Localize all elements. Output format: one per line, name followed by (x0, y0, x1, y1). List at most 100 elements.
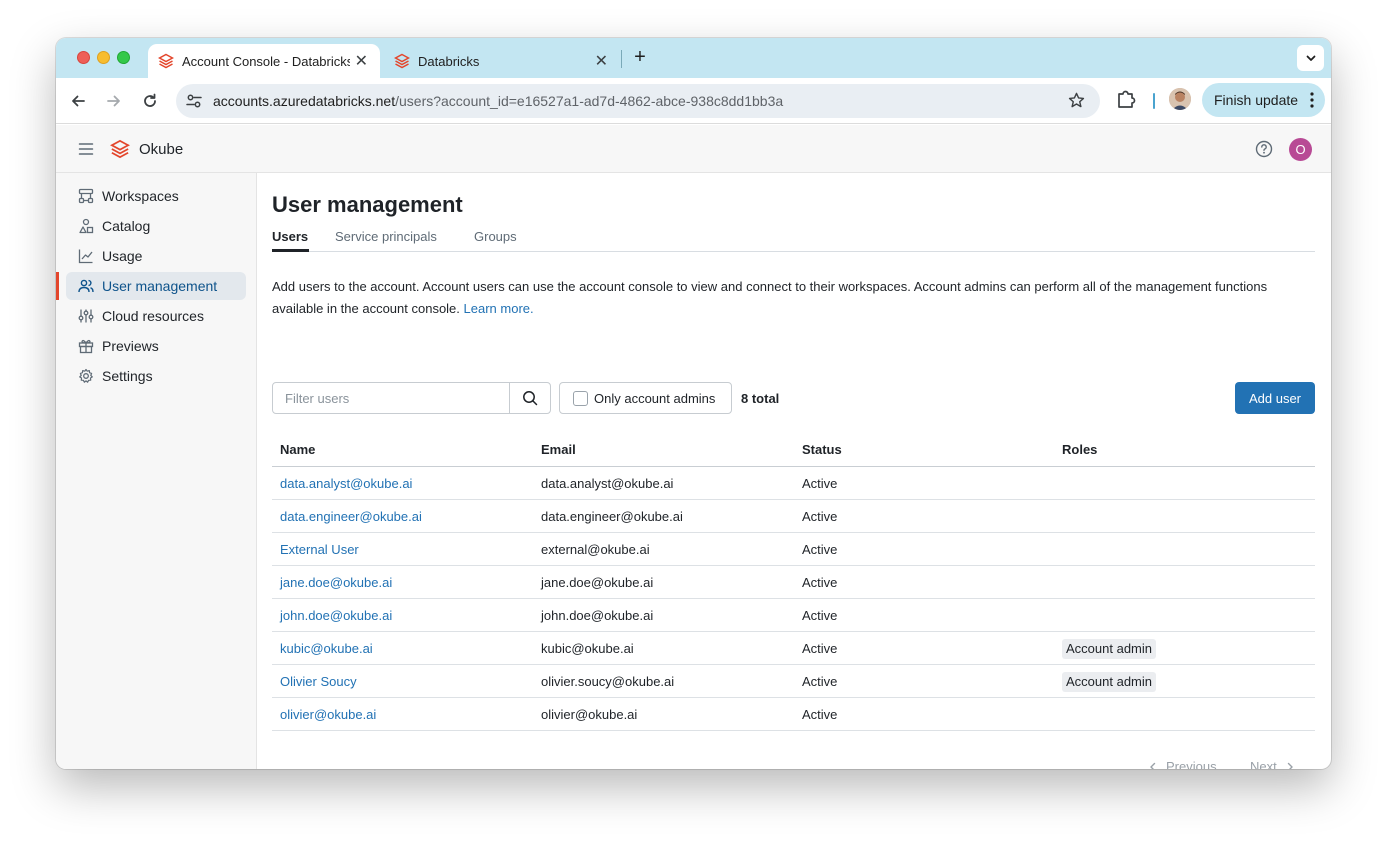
table-row[interactable]: External User external@okube.ai Active (272, 533, 1315, 566)
sidebar-item-workspaces[interactable]: Workspaces (66, 182, 246, 210)
filter-users-input[interactable] (272, 382, 510, 414)
url-host: accounts.azuredatabricks.net (213, 93, 396, 109)
user-status: Active (802, 674, 838, 689)
only-account-admins-checkbox[interactable]: Only account admins (559, 382, 732, 414)
user-avatar[interactable]: O (1289, 138, 1312, 161)
checkbox-label: Only account admins (594, 390, 716, 406)
table-row[interactable]: data.engineer@okube.ai data.engineer@oku… (272, 500, 1315, 533)
gift-icon (78, 339, 94, 354)
column-header-roles[interactable]: Roles (1062, 442, 1097, 457)
browser-tab-databricks[interactable]: Databricks ✕ (384, 44, 620, 78)
databricks-logo-icon (110, 139, 130, 159)
workspaces-icon (78, 188, 94, 204)
previous-page-button[interactable]: Previous (1148, 759, 1217, 769)
user-name-link[interactable]: Olivier Soucy (280, 674, 357, 689)
chevron-down-icon (1306, 55, 1315, 61)
tab-search-button[interactable] (1297, 45, 1324, 71)
sidebar-item-usage[interactable]: Usage (66, 242, 246, 270)
table-row[interactable]: kubic@okube.ai kubic@okube.ai Active Acc… (272, 632, 1315, 665)
sidebar-item-label: Catalog (102, 218, 151, 234)
sidebar-item-label: Cloud resources (102, 308, 204, 324)
table-row[interactable]: Olivier Soucy olivier.soucy@okube.ai Act… (272, 665, 1315, 698)
extensions-puzzle-icon[interactable] (1115, 88, 1137, 110)
user-email: data.engineer@okube.ai (541, 509, 683, 524)
new-tab-button[interactable]: + (628, 46, 652, 70)
column-header-email[interactable]: Email (541, 442, 576, 457)
finish-update-label: Finish update (1214, 92, 1299, 108)
selected-indicator (56, 272, 59, 300)
user-email: kubic@okube.ai (541, 641, 634, 656)
chevron-left-icon (1150, 762, 1156, 769)
arrow-right-icon (107, 95, 120, 107)
address-bar[interactable]: accounts.azuredatabricks.net/users?accou… (176, 84, 1100, 118)
finish-update-button[interactable]: Finish update (1202, 83, 1325, 117)
browser-tab-account-console[interactable]: Account Console - Databricks ✕ (148, 44, 380, 78)
search-button[interactable] (509, 382, 551, 414)
tab-service-principals[interactable]: Service principals (335, 229, 437, 244)
profile-avatar[interactable] (1169, 88, 1191, 110)
browser-window: Account Console - Databricks ✕ Databrick… (56, 38, 1331, 769)
tab-users[interactable]: Users (272, 229, 308, 244)
user-name-link[interactable]: jane.doe@okube.ai (280, 575, 392, 590)
zoom-window-button[interactable] (117, 51, 130, 64)
sidebar-item-previews[interactable]: Previews (66, 332, 246, 360)
bookmark-star-icon[interactable] (1067, 91, 1086, 110)
user-email: external@okube.ai (541, 542, 650, 557)
user-status: Active (802, 509, 838, 524)
site-settings-icon[interactable] (185, 92, 203, 110)
user-name-link[interactable]: External User (280, 542, 359, 557)
role-badge: Account admin (1062, 672, 1156, 692)
sidebar-item-label: User management (102, 278, 218, 294)
users-icon (78, 279, 94, 293)
reload-button[interactable] (138, 89, 162, 113)
checkbox[interactable] (573, 390, 588, 406)
user-name-link[interactable]: data.engineer@okube.ai (280, 509, 422, 524)
sidebar-item-user-management[interactable]: User management (66, 272, 246, 300)
tab-groups[interactable]: Groups (474, 229, 517, 244)
next-page-button[interactable]: Next (1250, 759, 1295, 769)
table-row[interactable]: olivier@okube.ai olivier@okube.ai Active (272, 698, 1315, 731)
table-row[interactable]: john.doe@okube.ai john.doe@okube.ai Acti… (272, 599, 1315, 632)
user-status: Active (802, 542, 838, 557)
page-tabs: Users Service principals Groups (272, 227, 1315, 252)
sidebar-item-label: Workspaces (102, 188, 179, 204)
databricks-logo-icon (158, 53, 174, 69)
column-header-name[interactable]: Name (280, 442, 315, 457)
gear-icon (79, 368, 93, 383)
sidebar-item-settings[interactable]: Settings (66, 362, 246, 390)
user-status: Active (802, 575, 838, 590)
minimize-window-button[interactable] (97, 51, 110, 64)
total-count: 8 total (741, 391, 780, 406)
sidebar-item-cloud-resources[interactable]: Cloud resources (66, 302, 246, 330)
forward-button[interactable] (102, 89, 126, 113)
tab-separator (621, 50, 622, 68)
close-tab-icon[interactable]: ✕ (355, 51, 368, 71)
user-status: Active (802, 608, 838, 623)
help-icon[interactable] (1255, 140, 1273, 158)
user-status: Active (802, 641, 838, 656)
user-name-link[interactable]: data.analyst@okube.ai (280, 476, 412, 491)
page-title: User management (272, 192, 463, 217)
back-button[interactable] (66, 89, 90, 113)
close-tab-icon[interactable]: ✕ (595, 51, 608, 71)
tab-title: Account Console - Databricks (182, 53, 350, 69)
learn-more-link[interactable]: Learn more. (464, 301, 534, 316)
menu-icon[interactable] (78, 141, 94, 157)
reload-icon (144, 93, 156, 107)
table-row[interactable]: jane.doe@okube.ai jane.doe@okube.ai Acti… (272, 566, 1315, 599)
sidebar-item-catalog[interactable]: Catalog (66, 212, 246, 240)
next-label: Next (1250, 759, 1277, 769)
table-row[interactable]: data.analyst@okube.ai data.analyst@okube… (272, 467, 1315, 500)
add-user-button[interactable]: Add user (1235, 382, 1315, 414)
user-name-link[interactable]: olivier@okube.ai (280, 707, 376, 722)
catalog-icon (79, 218, 94, 234)
account-name: Okube (139, 141, 184, 158)
column-header-status[interactable]: Status (802, 442, 842, 457)
tab-strip: Account Console - Databricks ✕ Databrick… (56, 38, 1331, 78)
user-name-link[interactable]: kubic@okube.ai (280, 641, 373, 656)
usage-chart-icon (78, 249, 93, 264)
close-window-button[interactable] (77, 51, 90, 64)
user-name-link[interactable]: john.doe@okube.ai (280, 608, 392, 623)
more-vertical-icon (1310, 92, 1314, 108)
user-email: olivier@okube.ai (541, 707, 638, 722)
